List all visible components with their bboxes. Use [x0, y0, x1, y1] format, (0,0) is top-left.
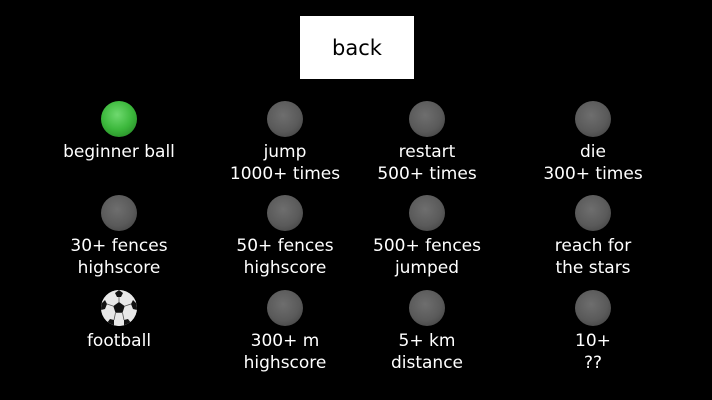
achievement-football[interactable]: football [44, 290, 194, 352]
achievement-label: 10+ ?? [575, 331, 611, 373]
achievement-label: reach for the stars [554, 236, 632, 278]
achievement-10plus[interactable]: 10+ ?? [518, 290, 668, 374]
locked-ball-icon [101, 195, 137, 231]
achievement-label: restart 500+ times [377, 142, 477, 184]
locked-ball-icon [267, 195, 303, 231]
football-icon [101, 290, 137, 326]
achievement-restart[interactable]: restart 500+ times [352, 101, 502, 185]
achievement-300m[interactable]: 300+ m highscore [210, 290, 360, 374]
locked-ball-icon [267, 101, 303, 137]
achievement-label: 5+ km distance [390, 331, 464, 373]
locked-ball-icon [409, 290, 445, 326]
locked-ball-icon [575, 101, 611, 137]
achievement-5km[interactable]: 5+ km distance [352, 290, 502, 374]
achievement-label: 300+ m highscore [243, 331, 327, 373]
achievement-label: 50+ fences highscore [236, 236, 334, 278]
achievement-30-fences[interactable]: 30+ fences highscore [44, 195, 194, 279]
achievement-label: die 300+ times [543, 142, 643, 184]
achievement-50-fences[interactable]: 50+ fences highscore [210, 195, 360, 279]
locked-ball-icon [575, 290, 611, 326]
achievement-label: 30+ fences highscore [70, 236, 168, 278]
achievement-reach-stars[interactable]: reach for the stars [518, 195, 668, 279]
achievement-label: jump 1000+ times [229, 142, 341, 184]
achievement-beginner-ball[interactable]: beginner ball [44, 101, 194, 163]
locked-ball-icon [409, 101, 445, 137]
locked-ball-icon [575, 195, 611, 231]
locked-ball-icon [267, 290, 303, 326]
achievement-die[interactable]: die 300+ times [518, 101, 668, 185]
achievement-label: 500+ fences jumped [373, 236, 481, 278]
achievement-500-fences[interactable]: 500+ fences jumped [352, 195, 502, 279]
green-ball-icon [101, 101, 137, 137]
back-button[interactable]: back [300, 16, 414, 79]
achievement-jump[interactable]: jump 1000+ times [210, 101, 360, 185]
achievement-label: beginner ball [63, 142, 175, 162]
locked-ball-icon [409, 195, 445, 231]
achievement-label: football [86, 331, 152, 351]
